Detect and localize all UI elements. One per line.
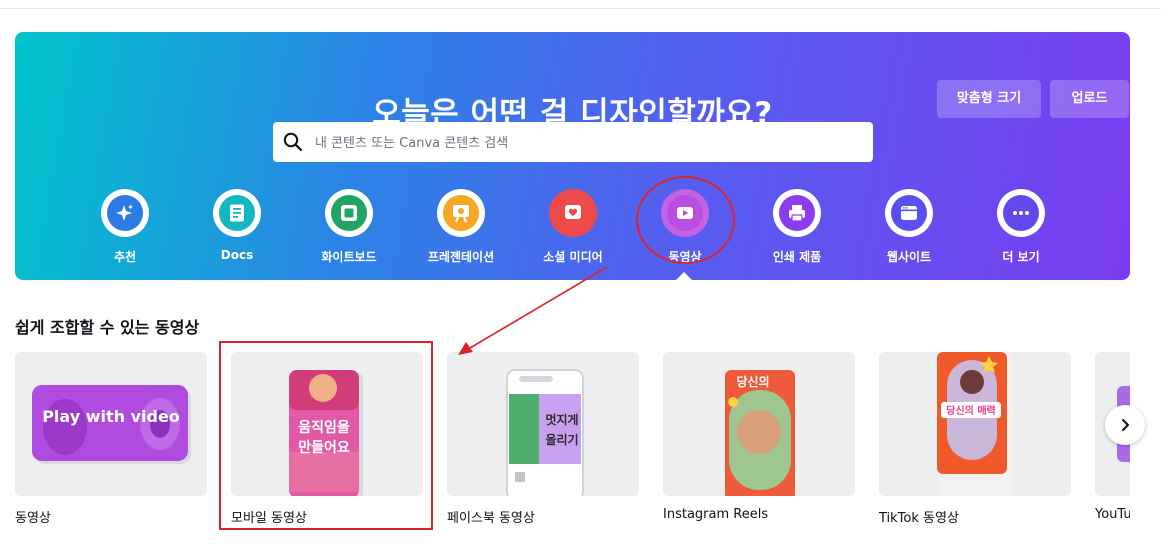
annotation-arrow xyxy=(458,266,608,355)
